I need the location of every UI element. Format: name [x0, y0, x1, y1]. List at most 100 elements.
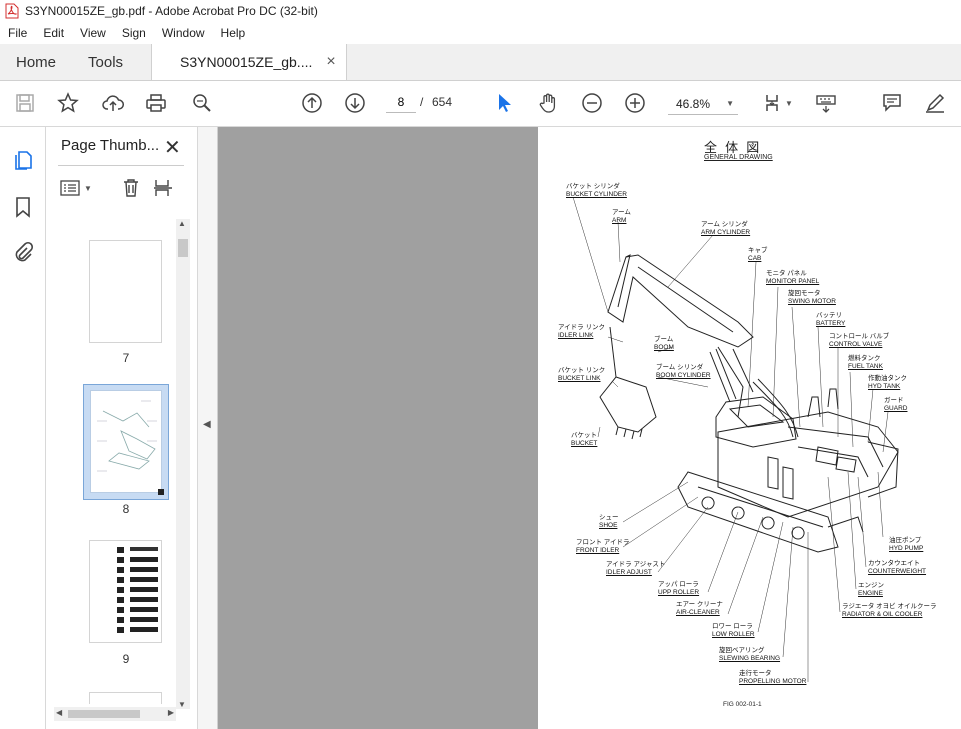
- previous-page-button[interactable]: [298, 89, 326, 117]
- drawing-label: バケット BUCKET: [571, 432, 598, 447]
- panel-vertical-scrollbar[interactable]: ▲ ▼: [176, 219, 190, 709]
- tab-close-button[interactable]: ×: [326, 53, 335, 71]
- page-separator: /: [420, 95, 424, 109]
- arrow-up-circle-icon: [302, 93, 322, 113]
- minus-circle-icon: [582, 93, 602, 113]
- extract-pages-icon: [154, 180, 172, 196]
- delete-pages-button[interactable]: [120, 177, 142, 204]
- drawing-label: アッパ ローラ UPP ROLLER: [658, 581, 700, 596]
- star-icon: [57, 92, 79, 113]
- panel-horizontal-scrollbar[interactable]: ◀ ▶: [54, 707, 176, 721]
- drawing-label: 旋回モータ SWING MOTOR: [788, 290, 836, 305]
- h-scroll-thumb[interactable]: [68, 710, 140, 718]
- pdf-page[interactable]: 全 体 図 GENERAL DRAWING バケット シリンダ BUCKET C…: [538, 127, 961, 729]
- panel-title: Page Thumb...: [61, 137, 160, 154]
- thumbnail-label: 7: [122, 351, 130, 365]
- menu-view[interactable]: View: [72, 26, 114, 40]
- scroll-down-icon[interactable]: ▼: [178, 700, 186, 709]
- drawing-label: ブーム BOOM: [654, 336, 674, 351]
- toolbar: / 654 46.8% ▼ ▼: [0, 81, 961, 127]
- drawing-label: キャブ CAB: [748, 247, 768, 262]
- tab-home[interactable]: Home: [0, 44, 72, 80]
- chevron-down-icon: ▼: [84, 183, 92, 193]
- panel-divider: [58, 165, 184, 166]
- drawing-label: ガード GUARD: [884, 397, 908, 412]
- drawing-label: バケット リンク BUCKET LINK: [558, 367, 606, 382]
- pen-icon: [926, 93, 945, 113]
- drawing-label: カウンタウエイト COUNTERWEIGHT: [868, 560, 927, 575]
- hand-tool-button[interactable]: [534, 89, 562, 117]
- attachments-button[interactable]: [10, 240, 36, 266]
- read-mode-button[interactable]: [812, 89, 840, 117]
- upload-button[interactable]: [99, 89, 127, 117]
- menu-help[interactable]: Help: [213, 26, 254, 40]
- find-button[interactable]: [188, 89, 216, 117]
- zoom-in-button[interactable]: [621, 89, 649, 117]
- hand-icon: [539, 93, 556, 113]
- thumbnail-label: 9: [122, 652, 130, 666]
- drawing-label: 作動油タンク HYD TANK: [868, 375, 907, 390]
- page-display-button[interactable]: ▼: [760, 89, 796, 117]
- drawing-label: 燃料タンク FUEL TANK: [848, 355, 883, 370]
- comment-icon: [883, 94, 901, 112]
- chevron-down-icon: ▼: [726, 99, 734, 108]
- drawing-label: アーム シリンダ ARM CYLINDER: [701, 221, 751, 236]
- chevron-down-icon: ▼: [785, 98, 793, 108]
- highlight-button[interactable]: [921, 89, 949, 117]
- thumbnail-page-10[interactable]: [89, 692, 162, 704]
- arrow-down-circle-icon: [345, 93, 365, 113]
- page-layout-icon: [766, 95, 778, 111]
- page-number-input[interactable]: [386, 91, 416, 113]
- drawing-label: アイドラ リンク IDLER LINK: [558, 324, 605, 339]
- thumbnail-page-7[interactable]: [89, 240, 162, 343]
- thumbnail-handle: [158, 489, 164, 495]
- panel-close-button[interactable]: ✕: [164, 135, 181, 160]
- thumbnail-page-9[interactable]: [89, 540, 162, 643]
- window-title: S3YN00015ZE_gb.pdf - Adobe Acrobat Pro D…: [25, 4, 318, 18]
- drawing-label: シュー SHOE: [599, 514, 619, 529]
- page-thumbnails-button[interactable]: [10, 147, 36, 173]
- bookmarks-button[interactable]: [10, 194, 36, 220]
- zoom-out-button[interactable]: [578, 89, 606, 117]
- drawing-label: ブーム シリンダ BOOM CYLINDER: [656, 364, 711, 379]
- scroll-right-icon[interactable]: ▶: [168, 708, 174, 717]
- panel-collapse-handle[interactable]: ◀: [198, 127, 218, 729]
- tab-tools[interactable]: Tools: [72, 44, 139, 80]
- bookmark-icon: [16, 197, 30, 218]
- zoom-select[interactable]: 46.8% ▼: [668, 93, 738, 115]
- pdf-file-icon: [5, 3, 19, 19]
- scroll-left-icon[interactable]: ◀: [56, 708, 62, 717]
- paperclip-icon: [15, 241, 34, 262]
- menu-file[interactable]: File: [0, 26, 35, 40]
- cloud-upload-icon: [102, 95, 124, 111]
- drawing-label: 走行モータ PROPELLING MOTOR: [739, 670, 807, 685]
- total-pages: 654: [432, 95, 453, 109]
- scroll-up-icon[interactable]: ▲: [178, 219, 186, 228]
- thumbnails-panel: Page Thumb... ✕ ▼ ▲ ▼ ◀ ▶ 7 8 9: [46, 127, 198, 729]
- save-icon: [16, 94, 34, 112]
- menu-sign[interactable]: Sign: [114, 26, 154, 40]
- drawing-label: モニタ パネル MONITOR PANEL: [766, 270, 820, 285]
- extract-pages-button[interactable]: [152, 177, 174, 204]
- print-button[interactable]: [142, 89, 170, 117]
- drawing-label: ロワー ローラ LOW ROLLER: [712, 623, 755, 638]
- tab-document[interactable]: S3YN00015ZE_gb.... ×: [151, 44, 347, 80]
- menu-edit[interactable]: Edit: [35, 26, 72, 40]
- drawing-label: エアー クリーナ AIR-CLEANER: [676, 601, 723, 616]
- document-canvas-background: [218, 127, 538, 729]
- comment-button[interactable]: [878, 89, 906, 117]
- save-button[interactable]: [11, 89, 39, 117]
- left-rail: [0, 127, 46, 729]
- menu-window[interactable]: Window: [154, 26, 213, 40]
- drawing-label: バケット シリンダ BUCKET CYLINDER: [566, 183, 627, 198]
- menu-bar: File Edit View Sign Window Help: [0, 22, 961, 44]
- printer-icon: [146, 94, 166, 112]
- scroll-thumb[interactable]: [178, 239, 188, 257]
- drawing-label: フロント アイドラ FRONT IDLER: [576, 539, 630, 554]
- select-tool-button[interactable]: [490, 89, 518, 117]
- next-page-button[interactable]: [341, 89, 369, 117]
- bookmark-star-button[interactable]: [54, 89, 82, 117]
- thumbnail-page-8-selected[interactable]: [83, 384, 169, 500]
- thumbnail-options-button[interactable]: ▼: [60, 179, 92, 197]
- figure-id: FIG 002-01-1: [723, 701, 762, 708]
